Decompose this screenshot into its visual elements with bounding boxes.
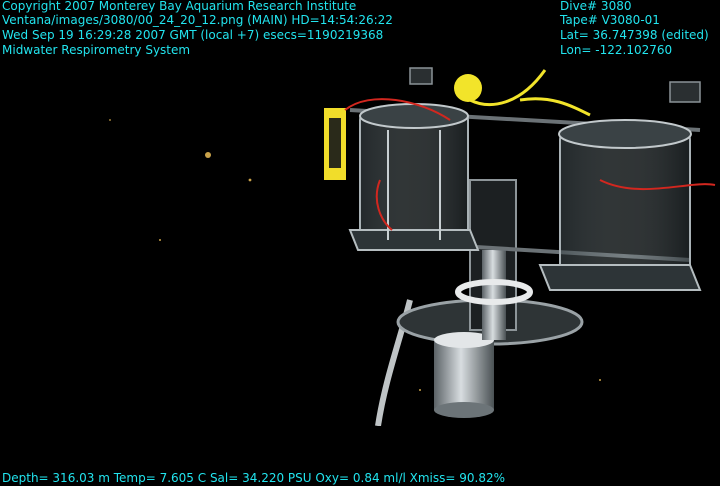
underwater-scene <box>109 67 716 426</box>
tape-number: Tape# V3080-01 <box>560 13 660 27</box>
image-path-text: Ventana/images/3080/00_24_20_12.png (MAI… <box>2 13 393 27</box>
timestamp-text: Wed Sep 19 16:29:28 2007 GMT (local +7) … <box>2 28 384 42</box>
copyright-text: Copyright 2007 Monterey Bay Aquarium Res… <box>2 0 357 13</box>
dive-number: Dive# 3080 <box>560 0 632 13</box>
yellow-float <box>454 74 482 102</box>
marine-snow <box>109 119 601 391</box>
respirometry-instrument <box>324 67 716 426</box>
video-frame: Copyright 2007 Monterey Bay Aquarium Res… <box>0 0 720 486</box>
sensor-readout: Depth= 316.03 m Temp= 7.605 C Sal= 34.22… <box>2 471 506 485</box>
longitude-readout: Lon= -122.102760 <box>560 43 673 57</box>
latitude-readout: Lat= 36.747398 (edited) <box>560 28 709 42</box>
system-name-text: Midwater Respirometry System <box>2 43 191 57</box>
